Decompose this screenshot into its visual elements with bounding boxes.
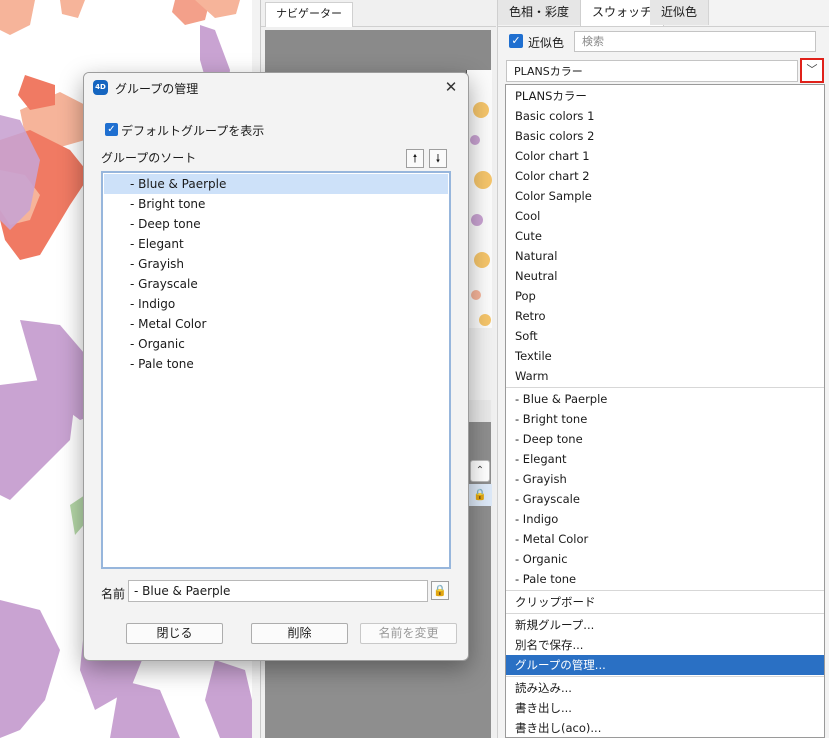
swatch-set-select[interactable]: PLANSカラー xyxy=(506,60,798,82)
tab-navigator[interactable]: ナビゲーター xyxy=(265,2,353,27)
dropdown-group-item[interactable]: - Elegant xyxy=(506,449,824,469)
search-input[interactable] xyxy=(574,31,816,52)
close-icon[interactable]: ✕ xyxy=(440,76,462,98)
navigator-spinner[interactable]: ⌃ xyxy=(470,460,490,482)
list-item[interactable]: - Bright tone xyxy=(104,194,448,214)
show-default-checkbox[interactable]: ✓ xyxy=(105,123,118,136)
navigator-tabbar: ナビゲーター xyxy=(261,0,496,27)
dropdown-separator xyxy=(506,387,824,388)
export-item[interactable]: 書き出し... xyxy=(506,698,824,718)
tab-hue-saturation[interactable]: 色相・彩度 xyxy=(498,0,582,25)
save-as-item[interactable]: 別名で保存... xyxy=(506,635,824,655)
list-item[interactable]: - Indigo xyxy=(104,294,448,314)
sort-up-button[interactable]: 🠕 xyxy=(406,149,424,168)
list-item[interactable]: - Pale tone xyxy=(104,354,448,374)
dropdown-separator xyxy=(506,590,824,591)
rename-button[interactable]: 名前を変更 xyxy=(360,623,457,644)
dropdown-group-item[interactable]: - Pale tone xyxy=(506,569,824,589)
arrow-down-icon: 🠗 xyxy=(435,152,441,165)
dropdown-group-item[interactable]: - Grayscale xyxy=(506,489,824,509)
arrow-up-icon: 🠕 xyxy=(412,152,418,165)
name-label: 名前 xyxy=(101,587,126,601)
manage-groups-item[interactable]: グループの管理... xyxy=(506,655,824,675)
dropdown-button[interactable]: ﹀ xyxy=(800,58,824,83)
dropdown-group-item[interactable]: - Indigo xyxy=(506,509,824,529)
list-item[interactable]: - Grayish xyxy=(104,254,448,274)
dialog-title: グループの管理 xyxy=(115,82,199,96)
sort-down-button[interactable]: 🠗 xyxy=(429,149,447,168)
dropdown-group-item[interactable]: - Blue & Paerple xyxy=(506,389,824,409)
dropdown-group-item[interactable]: - Organic xyxy=(506,549,824,569)
dropdown-item[interactable]: PLANSカラー xyxy=(506,86,824,106)
dropdown-item[interactable]: Cute xyxy=(506,226,824,246)
import-item[interactable]: 読み込み... xyxy=(506,678,824,698)
check-icon: ✓ xyxy=(107,124,116,135)
dropdown-clipboard[interactable]: クリップボード xyxy=(506,592,824,612)
swatch-panel: 色相・彩度 スウォッチ 近似色 ✓ 近似色 PLANSカラー ﹀ PLANSカラ… xyxy=(497,0,829,738)
sort-label: グループのソート xyxy=(101,151,197,165)
dropdown-group-item[interactable]: - Metal Color xyxy=(506,529,824,549)
dropdown-item[interactable]: Basic colors 1 xyxy=(506,106,824,126)
dropdown-item[interactable]: Neutral xyxy=(506,266,824,286)
export-aco-item[interactable]: 書き出し(aco)... xyxy=(506,718,824,737)
close-button[interactable]: 閉じる xyxy=(126,623,223,644)
dropdown-item[interactable]: Basic colors 2 xyxy=(506,126,824,146)
app-logo-icon: 4D xyxy=(93,80,108,95)
dropdown-group-item[interactable]: - Grayish xyxy=(506,469,824,489)
dialog-titlebar[interactable]: 4D グループの管理 ✕ xyxy=(84,73,468,103)
dropdown-item[interactable]: Retro xyxy=(506,306,824,326)
list-item[interactable]: - Deep tone xyxy=(104,214,448,234)
dropdown-item[interactable]: Textile xyxy=(506,346,824,366)
dropdown-item[interactable]: Color chart 2 xyxy=(506,166,824,186)
swatch-set-dropdown: PLANSカラー Basic colors 1 Basic colors 2 C… xyxy=(505,84,825,738)
near-color-label: 近似色 xyxy=(528,36,565,50)
dropdown-item[interactable]: Color chart 1 xyxy=(506,146,824,166)
tab-near-color[interactable]: 近似色 xyxy=(650,0,710,25)
dropdown-separator xyxy=(506,676,824,677)
thumbnail-artwork xyxy=(470,102,492,326)
near-color-checkbox[interactable]: ✓ xyxy=(509,34,523,48)
list-item[interactable]: - Metal Color xyxy=(104,314,448,334)
list-item[interactable]: - Organic xyxy=(104,334,448,354)
navigator-thumbnail[interactable] xyxy=(466,70,492,328)
dropdown-item[interactable]: Pop xyxy=(506,286,824,306)
dropdown-group-item[interactable]: - Bright tone xyxy=(506,409,824,429)
check-icon: ✓ xyxy=(511,34,521,47)
name-field[interactable] xyxy=(128,580,428,602)
list-item[interactable]: - Grayscale xyxy=(104,274,448,294)
chevron-down-icon: ﹀ xyxy=(806,63,818,76)
lock-icon[interactable]: 🔒 xyxy=(468,484,492,506)
list-item[interactable]: - Elegant xyxy=(104,234,448,254)
group-list[interactable]: - Blue & Paerple - Bright tone - Deep to… xyxy=(101,171,451,569)
lock-icon: 🔒 xyxy=(433,584,447,597)
lock-button[interactable]: 🔒 xyxy=(431,581,449,600)
dropdown-item[interactable]: Warm xyxy=(506,366,824,386)
delete-button[interactable]: 削除 xyxy=(251,623,348,644)
list-item[interactable]: - Blue & Paerple xyxy=(104,174,448,194)
new-group-item[interactable]: 新規グループ... xyxy=(506,615,824,635)
dropdown-item[interactable]: Cool xyxy=(506,206,824,226)
dropdown-group-item[interactable]: - Deep tone xyxy=(506,429,824,449)
manage-groups-dialog: 4D グループの管理 ✕ ✓ デフォルトグループを表示 グループのソート 🠕 🠗… xyxy=(83,72,469,661)
palette-tabbar: 色相・彩度 スウォッチ 近似色 xyxy=(498,0,829,27)
dropdown-separator xyxy=(506,613,824,614)
show-default-label: デフォルトグループを表示 xyxy=(121,124,265,138)
dropdown-item[interactable]: Soft xyxy=(506,326,824,346)
dropdown-item[interactable]: Color Sample xyxy=(506,186,824,206)
dropdown-item[interactable]: Natural xyxy=(506,246,824,266)
